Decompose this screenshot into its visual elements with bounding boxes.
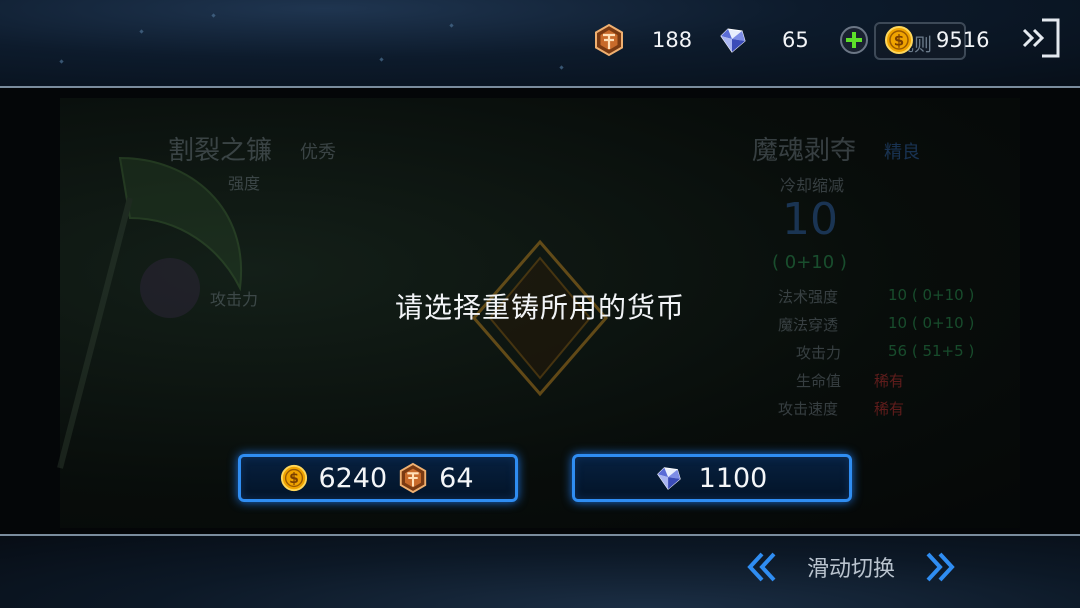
crystal-icon: [592, 23, 626, 57]
svg-text:$: $: [290, 471, 300, 487]
ghost-left-title: 割裂之镰: [168, 136, 273, 166]
diamond-amount: 65: [782, 28, 809, 52]
ghost-right-title: 魔魂剥夺: [752, 136, 857, 166]
diamond-icon: [655, 464, 683, 492]
reforge-currency-prompt: 请选择重铸所用的货币: [394, 291, 685, 324]
sparkle: [211, 13, 216, 18]
ghost-stat-value: 56 ( 51+5 ): [888, 342, 975, 360]
sparkle: [449, 23, 454, 28]
swipe-label: 滑动切换: [806, 557, 895, 582]
plus-icon: [846, 32, 862, 48]
sparkle: [59, 59, 64, 64]
gold-cost: 6240: [318, 462, 388, 494]
svg-text:$: $: [894, 32, 904, 50]
ghost-left-quality: 优秀: [300, 142, 336, 163]
gold-resource: $ 9516: [884, 22, 989, 58]
ghost-right-sub-value: ( 0+10 ): [772, 252, 847, 273]
exit-icon: [1022, 18, 1060, 58]
ghost-stat-label: 攻击力: [796, 344, 842, 362]
ghost-right-stat: 冷却缩减: [780, 176, 845, 195]
pay-with-gold-button[interactable]: $ 6240 64: [238, 454, 518, 502]
ghost-stat-value: 稀有: [874, 372, 905, 390]
crystal-icon: [397, 462, 429, 494]
swipe-left-arrow-icon[interactable]: [744, 551, 778, 583]
crystal-resource: 188: [592, 22, 692, 58]
ghost-right-big-value: 10: [782, 194, 838, 245]
ghost-right-quality: 精良: [884, 142, 920, 163]
gold-amount: 9516: [936, 28, 990, 52]
gold-coin-icon: $: [280, 464, 308, 492]
ghost-stat-value: 稀有: [874, 400, 905, 418]
add-currency-button[interactable]: [840, 26, 868, 54]
sparkle: [379, 57, 384, 62]
crystal-amount: 188: [652, 28, 693, 52]
sparkle: [139, 29, 144, 34]
diamond-resource: 65: [718, 22, 809, 58]
ghost-stat-label: 生命值: [796, 372, 842, 390]
pay-with-diamond-button[interactable]: 1100: [572, 454, 852, 502]
swipe-right-arrow-icon[interactable]: [924, 551, 958, 583]
diamond-icon: [718, 25, 748, 55]
gold-coin-icon: $: [884, 25, 914, 55]
ghost-stat-label: 攻击速度: [778, 400, 839, 418]
swipe-switch-hint: 滑动切换: [744, 548, 958, 586]
sparkle: [559, 65, 564, 70]
diamond-cost: 1100: [698, 462, 768, 494]
exit-button[interactable]: [1018, 14, 1064, 62]
ghost-left-stat: 强度: [228, 174, 261, 193]
crystal-cost: 64: [439, 462, 474, 494]
